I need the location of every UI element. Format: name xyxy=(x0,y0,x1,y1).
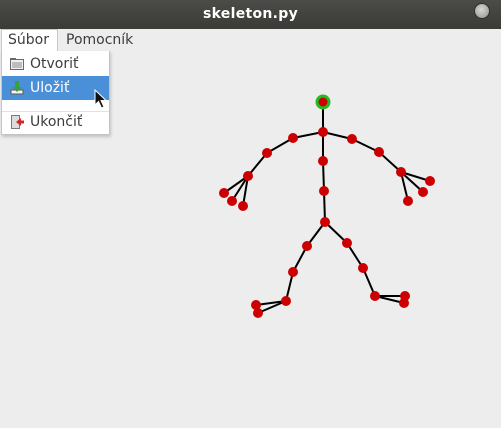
mouse-cursor-icon xyxy=(94,89,108,109)
joint-rf2[interactable] xyxy=(418,187,428,197)
save-icon xyxy=(10,81,24,95)
joint-ra[interactable] xyxy=(370,291,380,301)
menu-help-label: Pomocník xyxy=(66,32,134,48)
menu-bar: Súbor Pomocník xyxy=(0,29,501,51)
joint-lt2[interactable] xyxy=(253,308,263,318)
folder-open-icon xyxy=(10,58,24,70)
joint-lk1[interactable] xyxy=(302,241,312,251)
menu-item-save-label: Uložiť xyxy=(30,80,70,96)
joint-lk2[interactable] xyxy=(288,267,298,277)
joint-rw[interactable] xyxy=(396,167,406,177)
joint-le[interactable] xyxy=(262,148,272,158)
joint-hip[interactable] xyxy=(320,217,330,227)
joint-lf3[interactable] xyxy=(238,201,248,211)
joint-neck[interactable] xyxy=(318,127,328,137)
joint-waist[interactable] xyxy=(319,186,329,196)
joint-rk1[interactable] xyxy=(342,238,352,248)
menu-item-open[interactable]: Otvoriť xyxy=(2,52,109,76)
menu-item-quit[interactable]: Ukončiť xyxy=(2,110,109,134)
menu-file-label: Súbor xyxy=(8,32,49,48)
joint-ls[interactable] xyxy=(288,133,298,143)
joint-chest[interactable] xyxy=(318,156,328,166)
joint-re[interactable] xyxy=(374,147,384,157)
joint-rf3[interactable] xyxy=(403,196,413,206)
joint-rt2[interactable] xyxy=(399,298,409,308)
menu-file[interactable]: Súbor xyxy=(1,29,58,51)
joint-lf1[interactable] xyxy=(219,188,229,198)
menu-item-open-label: Otvoriť xyxy=(30,56,79,72)
joint-rk2[interactable] xyxy=(358,263,368,273)
joint-la[interactable] xyxy=(281,296,291,306)
menu-item-save[interactable]: Uložiť xyxy=(2,76,109,100)
joints xyxy=(219,94,435,318)
joint-lw[interactable] xyxy=(243,171,253,181)
menu-item-quit-label: Ukončiť xyxy=(30,114,83,130)
joint-lf2[interactable] xyxy=(227,196,237,206)
quit-icon xyxy=(11,115,24,129)
joint-head[interactable] xyxy=(318,97,328,107)
joint-rs[interactable] xyxy=(347,134,357,144)
joint-rf1[interactable] xyxy=(425,176,435,186)
menu-help[interactable]: Pomocník xyxy=(60,29,139,51)
